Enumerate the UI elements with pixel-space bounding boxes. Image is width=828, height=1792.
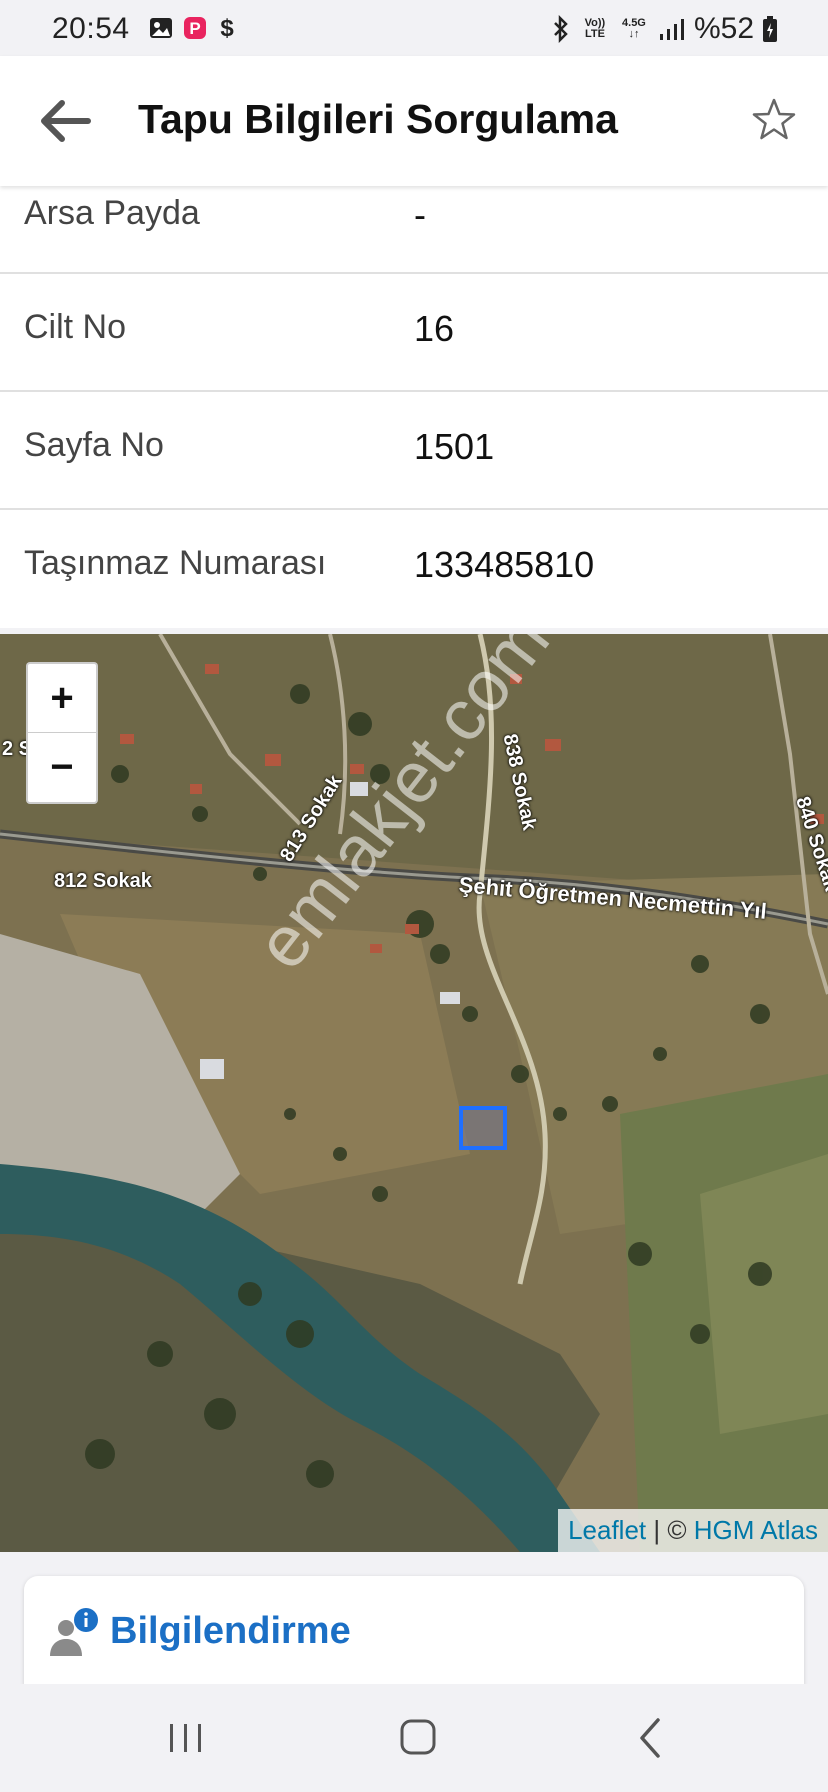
parcel-marker[interactable] (459, 1106, 507, 1150)
property-info-list: Arsa Payda - Cilt No 16 Sayfa No 1501 Ta… (0, 186, 828, 628)
row-value: 133485810 (414, 544, 595, 585)
back-arrow-icon[interactable] (36, 96, 92, 146)
home-icon[interactable] (388, 1712, 448, 1764)
row-sayfa-no: Sayfa No 1501 (0, 392, 828, 510)
signal-icon (659, 19, 684, 40)
attribution-separator: | © (646, 1515, 694, 1545)
network-indicator: 4.5G ↓↑ (618, 18, 650, 40)
attribution-leaflet-link[interactable]: Leaflet (568, 1515, 646, 1545)
row-value: 16 (414, 308, 455, 349)
info-card[interactable]: Bilgilendirme (24, 1576, 804, 1686)
attribution-source-link[interactable]: HGM Atlas (694, 1515, 818, 1545)
row-label: Sayfa No (24, 426, 164, 464)
row-label: Arsa Payda (24, 194, 200, 232)
bluetooth-icon (554, 15, 568, 43)
system-nav-bar (0, 1684, 828, 1792)
zoom-control: + − (26, 662, 98, 804)
zoom-out-button[interactable]: − (28, 733, 96, 802)
dollar-icon: $ (220, 15, 234, 42)
volte-indicator: Vo)) LTE (580, 18, 610, 40)
page-title: Tapu Bilgileri Sorgulama (138, 96, 618, 142)
user-info-icon (50, 1608, 98, 1656)
svg-text:P: P (189, 19, 200, 38)
app-p-icon: P (184, 17, 206, 39)
status-right: Vo)) LTE 4.5G ↓↑ %52 (550, 12, 778, 46)
app-bar: Tapu Bilgileri Sorgulama (0, 56, 828, 186)
row-value: - (414, 194, 426, 235)
gallery-icon (150, 18, 172, 38)
row-arsa-payda: Arsa Payda - (0, 186, 828, 274)
network-arrows: ↓↑ (628, 28, 640, 40)
battery-percent: %52 (693, 12, 754, 45)
satellite-map[interactable]: + − 812 Sokak 813 Sokak 838 Sokak 840 So… (0, 634, 828, 1552)
row-cilt-no: Cilt No 16 (0, 274, 828, 392)
recent-apps-icon[interactable] (156, 1712, 216, 1764)
info-card-title: Bilgilendirme (110, 1610, 351, 1652)
status-left-icons: P $ (148, 14, 238, 42)
svg-text:$: $ (220, 15, 234, 42)
zoom-in-button[interactable]: + (28, 664, 96, 733)
map-attribution: Leaflet | © HGM Atlas (558, 1509, 828, 1552)
row-label: Cilt No (24, 308, 127, 346)
row-tasinmaz-numarasi: Taşınmaz Numarası 133485810 (0, 510, 828, 628)
row-label: Taşınmaz Numarası (24, 544, 327, 582)
back-nav-icon[interactable] (620, 1712, 680, 1764)
volte-bottom: LTE (584, 28, 605, 40)
star-icon[interactable] (750, 96, 798, 144)
status-bar: 20:54 P $ Vo)) LTE 4.5G ↓↑ %52 (0, 0, 828, 56)
status-time: 20:54 (52, 12, 130, 45)
row-value: 1501 (414, 426, 495, 467)
battery-icon (763, 16, 777, 42)
street-label-812: 812 Sokak (54, 870, 152, 892)
